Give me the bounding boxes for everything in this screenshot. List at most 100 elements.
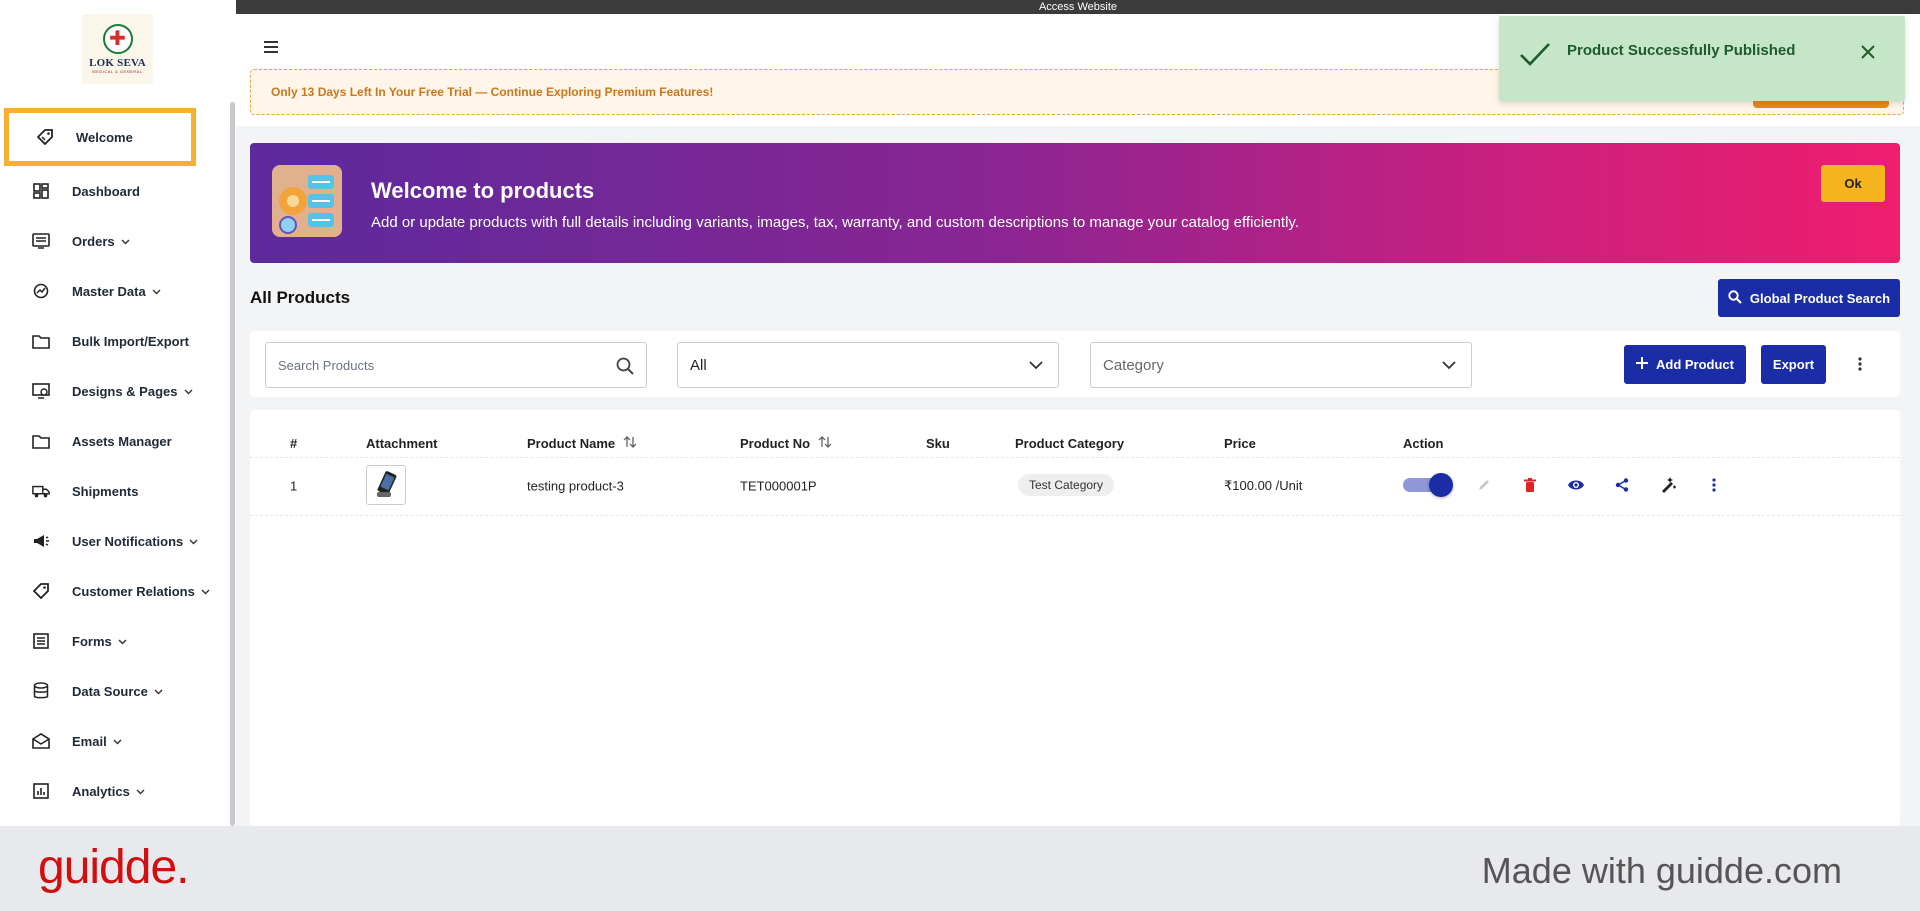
- access-website-bar[interactable]: Access Website: [236, 0, 1920, 14]
- chevron-down-icon: [201, 587, 210, 596]
- welcome-banner: Welcome to products Add or update produc…: [250, 143, 1900, 263]
- row-more-options-icon[interactable]: [1705, 476, 1723, 494]
- global-product-search-button[interactable]: Global Product Search: [1718, 279, 1900, 317]
- add-product-label: Add Product: [1656, 357, 1734, 372]
- megaphone-icon: [32, 532, 50, 550]
- analytics-icon: [32, 782, 50, 800]
- sidebar-item-label: Assets Manager: [72, 433, 172, 449]
- sidebar-item-label: Forms: [72, 633, 112, 649]
- magic-edit-icon[interactable]: [1659, 476, 1677, 494]
- sidebar-item-label: Dashboard: [72, 183, 140, 199]
- sidebar-item-shipments[interactable]: Shipments: [0, 466, 228, 516]
- success-toast: Product Successfully Published: [1499, 16, 1905, 101]
- company-logo[interactable]: ✚ LOK SEVA MEDICAL & GENERAL: [82, 14, 153, 84]
- sidebar-item-master-data[interactable]: Master Data: [0, 266, 228, 316]
- chevron-down-icon: [152, 287, 161, 296]
- checkmark-icon: [1519, 42, 1551, 73]
- dashboard-icon: [32, 182, 50, 200]
- banner-title: Welcome to products: [371, 178, 595, 203]
- sidebar-item-label: Designs & Pages: [72, 383, 178, 399]
- chevron-down-icon: [121, 237, 130, 246]
- sidebar-item-bulk-import-export[interactable]: Bulk Import/Export: [0, 316, 228, 366]
- access-website-link[interactable]: Access Website: [1039, 1, 1117, 13]
- master-data-icon: [32, 282, 50, 300]
- database-icon: [32, 682, 50, 700]
- sidebar-item-label: Email: [72, 733, 107, 749]
- edit-pencil-icon[interactable]: [1475, 476, 1493, 494]
- sort-icon[interactable]: [623, 435, 637, 451]
- folder-icon: [32, 432, 50, 450]
- logo-tagline: MEDICAL & GENERAL: [92, 69, 143, 74]
- sidebar-item-user-notifications[interactable]: User Notifications: [0, 516, 228, 566]
- product-no-cell: TET000001P: [740, 478, 817, 494]
- status-select-value: All: [690, 356, 707, 374]
- email-icon: [32, 732, 50, 750]
- plus-icon: [1636, 357, 1648, 372]
- row-index: 1: [290, 478, 298, 494]
- table-divider: [250, 457, 1900, 458]
- category-select-placeholder: Category: [1103, 356, 1164, 374]
- search-icon: [1728, 289, 1742, 307]
- sidebar-item-label: User Notifications: [72, 533, 184, 549]
- sidebar-item-data-source[interactable]: Data Source: [0, 666, 228, 716]
- sidebar-item-label: Bulk Import/Export: [72, 333, 190, 349]
- sidebar-item-designs-pages[interactable]: Designs & Pages: [0, 366, 228, 416]
- banner-description: Add or update products with full details…: [371, 214, 1299, 231]
- sidebar-item-forms[interactable]: Forms: [0, 616, 228, 666]
- sidebar-item-analytics[interactable]: Analytics: [0, 766, 228, 816]
- price-cell: ₹100.00 /Unit: [1224, 478, 1303, 493]
- chevron-down-icon: [136, 787, 145, 796]
- search-field[interactable]: [265, 342, 647, 388]
- orders-icon: [32, 232, 50, 250]
- product-illustration-icon: [268, 161, 346, 241]
- products-table: # Attachment Product Name Product No Sku…: [250, 410, 1900, 826]
- close-icon[interactable]: [1861, 45, 1875, 64]
- chevron-down-icon: [1441, 357, 1457, 377]
- sidebar-item-label: Master Data: [72, 283, 146, 299]
- sidebar-item-label: Customer Relations: [72, 583, 195, 599]
- category-select[interactable]: Category: [1090, 342, 1472, 388]
- ok-button[interactable]: Ok: [1821, 165, 1885, 202]
- view-eye-icon[interactable]: [1567, 476, 1585, 494]
- folder-icon: [32, 332, 50, 350]
- medical-cross-icon: ✚: [102, 24, 133, 54]
- sidebar-item-email[interactable]: Email: [0, 716, 228, 766]
- sidebar-item-welcome[interactable]: Welcome: [4, 108, 196, 166]
- search-icon[interactable]: [616, 357, 634, 380]
- sidebar-item-dashboard[interactable]: Dashboard: [0, 166, 228, 216]
- design-icon: [32, 382, 50, 400]
- menu-toggle-icon[interactable]: [264, 41, 280, 55]
- made-with-text: Made with guidde.com: [1481, 850, 1842, 891]
- sidebar-scrollbar[interactable]: [230, 102, 235, 826]
- product-thumbnail[interactable]: [366, 465, 406, 505]
- form-icon: [32, 632, 50, 650]
- sort-icon[interactable]: [818, 435, 832, 451]
- category-badge: Test Category: [1018, 474, 1115, 496]
- trial-message: Only 13 Days Left In Your Free Trial — C…: [271, 85, 714, 99]
- logo-name: LOK SEVA: [89, 57, 146, 69]
- product-name-cell: testing product-3: [527, 478, 624, 494]
- global-search-label: Global Product Search: [1749, 290, 1891, 306]
- export-button[interactable]: Export: [1761, 345, 1826, 384]
- guidde-logo: guidde.: [38, 841, 189, 894]
- share-icon[interactable]: [1613, 476, 1631, 494]
- sidebar-item-label: Data Source: [72, 683, 148, 699]
- sidebar-item-label: Welcome: [76, 129, 133, 145]
- chevron-down-icon: [118, 637, 127, 646]
- sidebar-item-assets-manager[interactable]: Assets Manager: [0, 416, 228, 466]
- filter-bar: All Category Add Product Export: [250, 331, 1900, 397]
- toast-message: Product Successfully Published: [1567, 42, 1796, 59]
- add-product-button[interactable]: Add Product: [1624, 345, 1746, 384]
- sidebar-item-orders[interactable]: Orders: [0, 216, 228, 266]
- tag-icon: [32, 582, 50, 600]
- sidebar-item-customer-relations[interactable]: Customer Relations: [0, 566, 228, 616]
- more-options-icon[interactable]: [1858, 357, 1862, 376]
- sidebar-item-label: Orders: [72, 233, 115, 249]
- publish-toggle[interactable]: [1403, 473, 1453, 497]
- delete-icon[interactable]: [1521, 476, 1539, 494]
- tag-icon: [36, 128, 54, 146]
- chevron-down-icon: [113, 737, 122, 746]
- status-select[interactable]: All: [677, 342, 1059, 388]
- guidde-footer: guidde. Made with guidde.com: [0, 826, 1920, 911]
- search-input[interactable]: [266, 343, 586, 387]
